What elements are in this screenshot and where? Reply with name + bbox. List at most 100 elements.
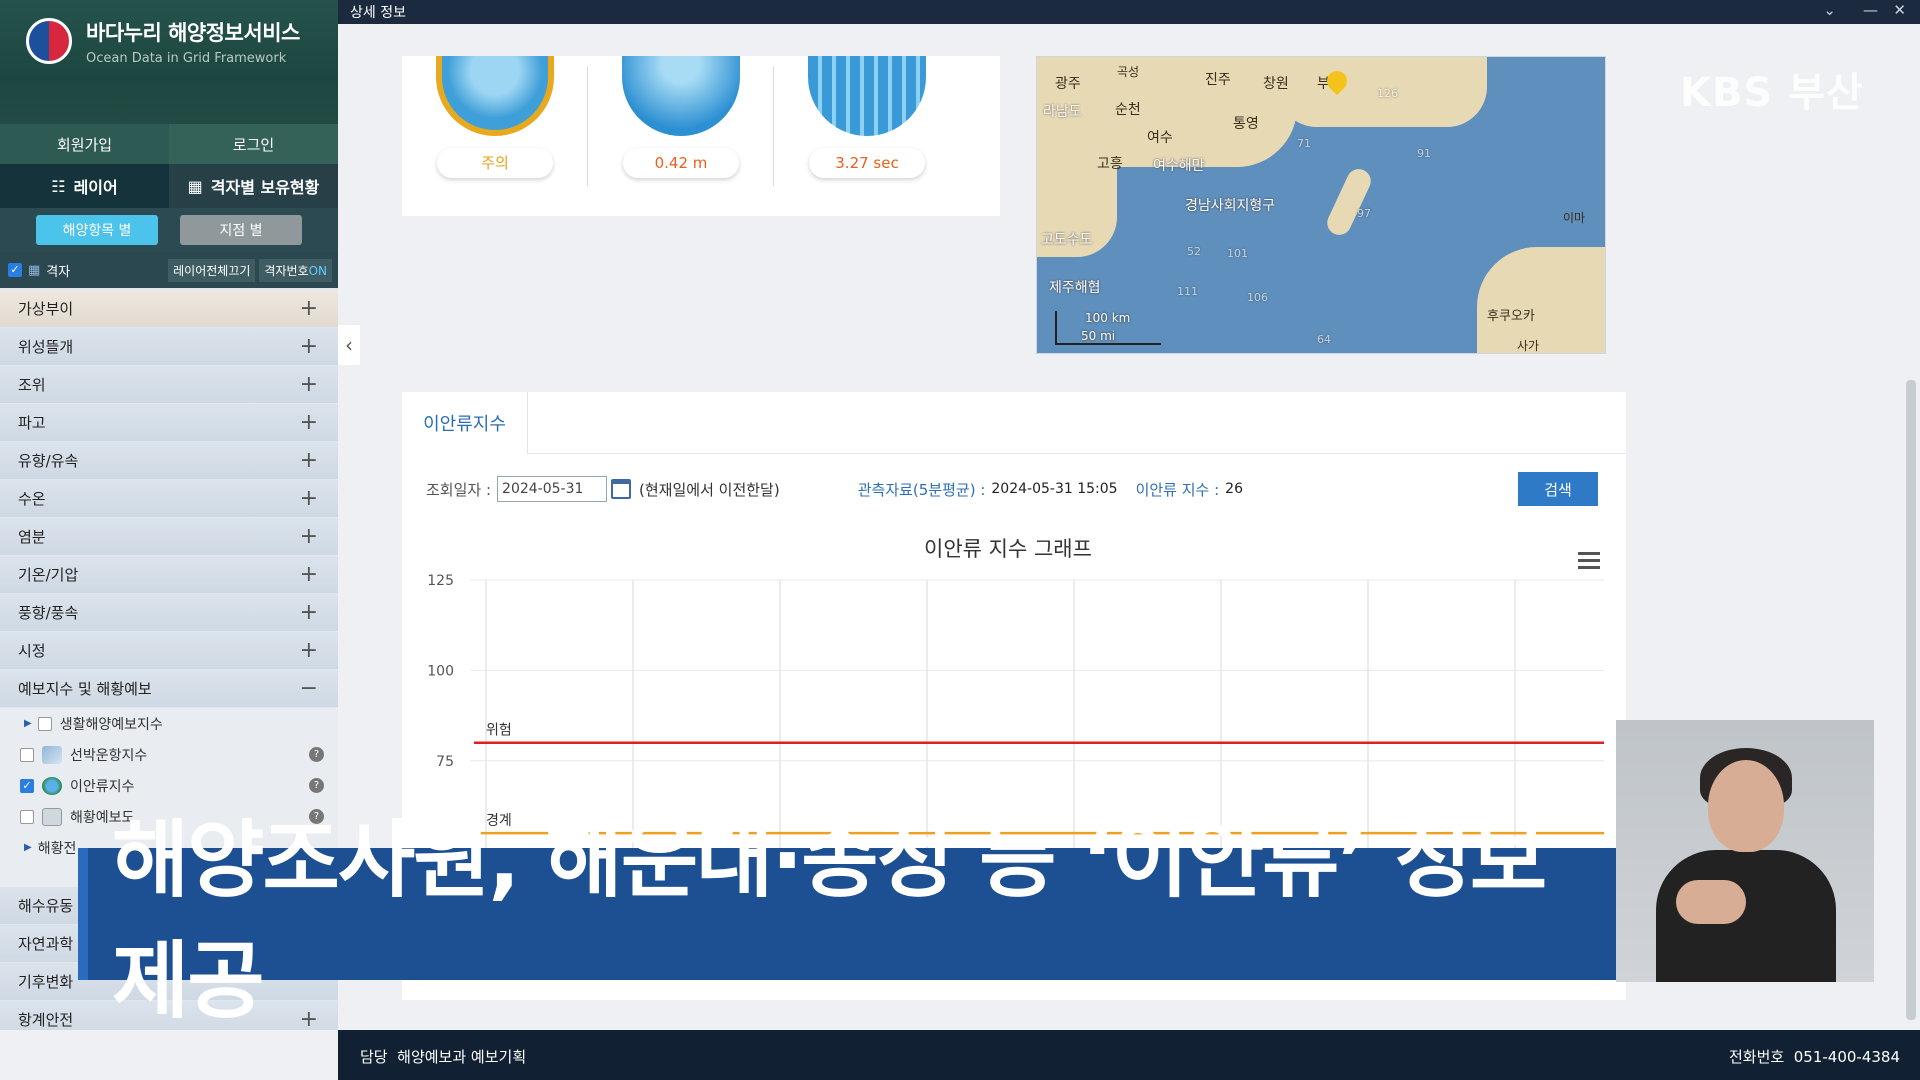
grid-icon: ▦	[187, 176, 203, 196]
expand-icon[interactable]: +	[300, 448, 318, 473]
expand-icon[interactable]: +	[300, 638, 318, 663]
category-item[interactable]: 기온/기압 +	[0, 556, 338, 593]
search-button[interactable]: 검색	[1518, 472, 1598, 506]
grid-options: ✓ ▦ 격자 레이어전체끄기 격자번호ON	[0, 252, 338, 288]
tab-rip-current[interactable]: 이안류지수	[402, 392, 528, 454]
close-icon[interactable]: ✕	[1893, 1, 1906, 19]
tab-grid-status[interactable]: ▦ 격자별 보유현황	[169, 164, 338, 208]
calendar-icon[interactable]	[611, 479, 632, 499]
signup-button[interactable]: 회원가입	[0, 124, 169, 164]
category-item[interactable]: 염분 +	[0, 518, 338, 555]
caret-right-icon[interactable]: ▶	[24, 842, 32, 853]
map-label: 통영	[1233, 116, 1259, 132]
mode-by-item-button[interactable]: 해양항목 별	[36, 215, 158, 245]
help-icon[interactable]: ?	[309, 747, 324, 762]
category-item[interactable]: 풍향/풍속 +	[0, 594, 338, 631]
logo[interactable]: 바다누리 해양정보서비스 Ocean Data in Grid Framewor…	[0, 0, 338, 82]
indicator-panel: 주의 0.42 m 3.27 sec	[402, 56, 1000, 216]
rip-index-icon	[42, 776, 62, 795]
date-range-note: (현재일에서 이전한달)	[639, 480, 780, 499]
map-view[interactable]: 광주 곡성 진주 창원 부산 순천 라남도 통영 여수 고흥 여수해만 경남사회…	[1036, 56, 1606, 354]
grid-checkbox[interactable]: ✓	[8, 263, 22, 277]
sidebar-collapse-button[interactable]: ‹	[338, 325, 360, 365]
category-label: 가상부이	[18, 300, 74, 318]
checkbox[interactable]	[20, 747, 34, 762]
expand-icon[interactable]: +	[300, 410, 318, 435]
subitem-label: 생활해양예보지수	[59, 716, 163, 733]
observation-label: 관측자료(5분평균) :	[857, 480, 986, 499]
grid-number: 111	[1177, 285, 1198, 298]
indicator-value: 0.42 m	[623, 148, 739, 178]
minimize-icon[interactable]: —	[1863, 1, 1878, 19]
wave-period-icon	[808, 56, 926, 136]
subitem-living-forecast[interactable]: ▶ 생활해양예보지수	[0, 708, 338, 739]
help-icon[interactable]: ?	[309, 778, 324, 793]
indicator-value: 3.27 sec	[809, 148, 925, 178]
dept-value: 해양예보과 예보기획	[397, 1048, 527, 1066]
chevron-left-icon: ‹	[345, 333, 353, 357]
interpreter-hands	[1676, 880, 1746, 924]
auth-bar: 회원가입 로그인	[0, 124, 338, 164]
hamburger-icon[interactable]	[1578, 552, 1600, 569]
y-tick-label: 75	[436, 754, 454, 770]
collapse-icon[interactable]: −	[300, 676, 318, 701]
mode-by-point-button[interactable]: 지점 별	[180, 215, 302, 245]
category-label: 해수유동	[18, 897, 74, 915]
panel-title: 상세 정보	[350, 5, 406, 21]
checkbox-checked[interactable]: ✓	[20, 778, 34, 793]
grid-number: 106	[1247, 291, 1268, 304]
expand-icon[interactable]: +	[300, 334, 318, 359]
threshold-label: 위험	[486, 723, 512, 739]
date-input[interactable]: 2024-05-31	[497, 476, 608, 502]
rip-index-label: 이안류 지수 :	[1135, 480, 1220, 499]
category-item[interactable]: 수온 +	[0, 480, 338, 517]
chevron-down-icon[interactable]: ⌄	[1823, 1, 1836, 19]
category-item[interactable]: 유향/유속 +	[0, 442, 338, 479]
category-label: 시정	[18, 642, 46, 660]
category-label: 수온	[18, 490, 46, 508]
map-label: 창원	[1263, 76, 1289, 92]
category-item[interactable]: 조위 +	[0, 366, 338, 403]
logo-title: 바다누리 해양정보서비스	[86, 20, 300, 45]
category-label: 염분	[18, 528, 46, 546]
expand-icon[interactable]: +	[300, 296, 318, 321]
footer-dept: 담당 해양예보과 예보기획	[360, 1046, 526, 1067]
emblem-icon	[26, 18, 72, 64]
map-label: 여수	[1147, 130, 1173, 146]
tab-layer[interactable]: ☷ 레이어	[0, 164, 169, 208]
subitem-label: 선박운항지수	[70, 747, 148, 764]
scale-km: 100 km	[1085, 311, 1131, 325]
expand-icon[interactable]: +	[300, 600, 318, 625]
grid-number: 91	[1417, 147, 1431, 160]
expand-icon[interactable]: +	[300, 562, 318, 587]
category-item[interactable]: 파고 +	[0, 404, 338, 441]
tab-grid-label: 격자별 보유현황	[210, 178, 320, 197]
category-item[interactable]: 가상부이 +	[0, 290, 338, 327]
expand-icon[interactable]: +	[300, 524, 318, 549]
grid-number-toggle[interactable]: 격자번호ON	[259, 258, 332, 282]
query-row: 조회일자 : 2024-05-31 (현재일에서 이전한달) 관측자료(5분평균…	[426, 472, 1598, 506]
category-item[interactable]: 시정 +	[0, 632, 338, 669]
category-label: 유향/유속	[18, 452, 79, 470]
checkbox[interactable]	[20, 809, 34, 824]
scrollbar[interactable]	[1906, 380, 1916, 1020]
checkbox[interactable]	[37, 716, 52, 731]
expand-icon[interactable]: +	[300, 486, 318, 511]
grid-number: 101	[1227, 247, 1248, 260]
interpreter-face	[1708, 760, 1784, 852]
footer: 담당 해양예보과 예보기획 전화번호 051-400-4384	[338, 1030, 1920, 1080]
subitem-ship-index[interactable]: 선박운항지수?	[0, 739, 338, 770]
list-icon: ☷	[51, 176, 66, 196]
footer-phone: 전화번호 051-400-4384	[1729, 1046, 1900, 1067]
caret-right-icon[interactable]: ▶	[24, 718, 32, 729]
indicator-value: 주의	[437, 148, 553, 178]
category-item-forecast[interactable]: 예보지수 및 해황예보 −	[0, 670, 338, 707]
category-item[interactable]: 위성뜰개 +	[0, 328, 338, 365]
grid-number: 97	[1357, 207, 1371, 220]
grid-number: 52	[1187, 245, 1201, 258]
login-button[interactable]: 로그인	[169, 124, 338, 164]
layer-all-off-button[interactable]: 레이어전체끄기	[168, 258, 256, 282]
ship-index-icon	[42, 745, 62, 764]
chart-title: 이안류 지수 그래프	[924, 537, 1092, 561]
expand-icon[interactable]: +	[300, 372, 318, 397]
